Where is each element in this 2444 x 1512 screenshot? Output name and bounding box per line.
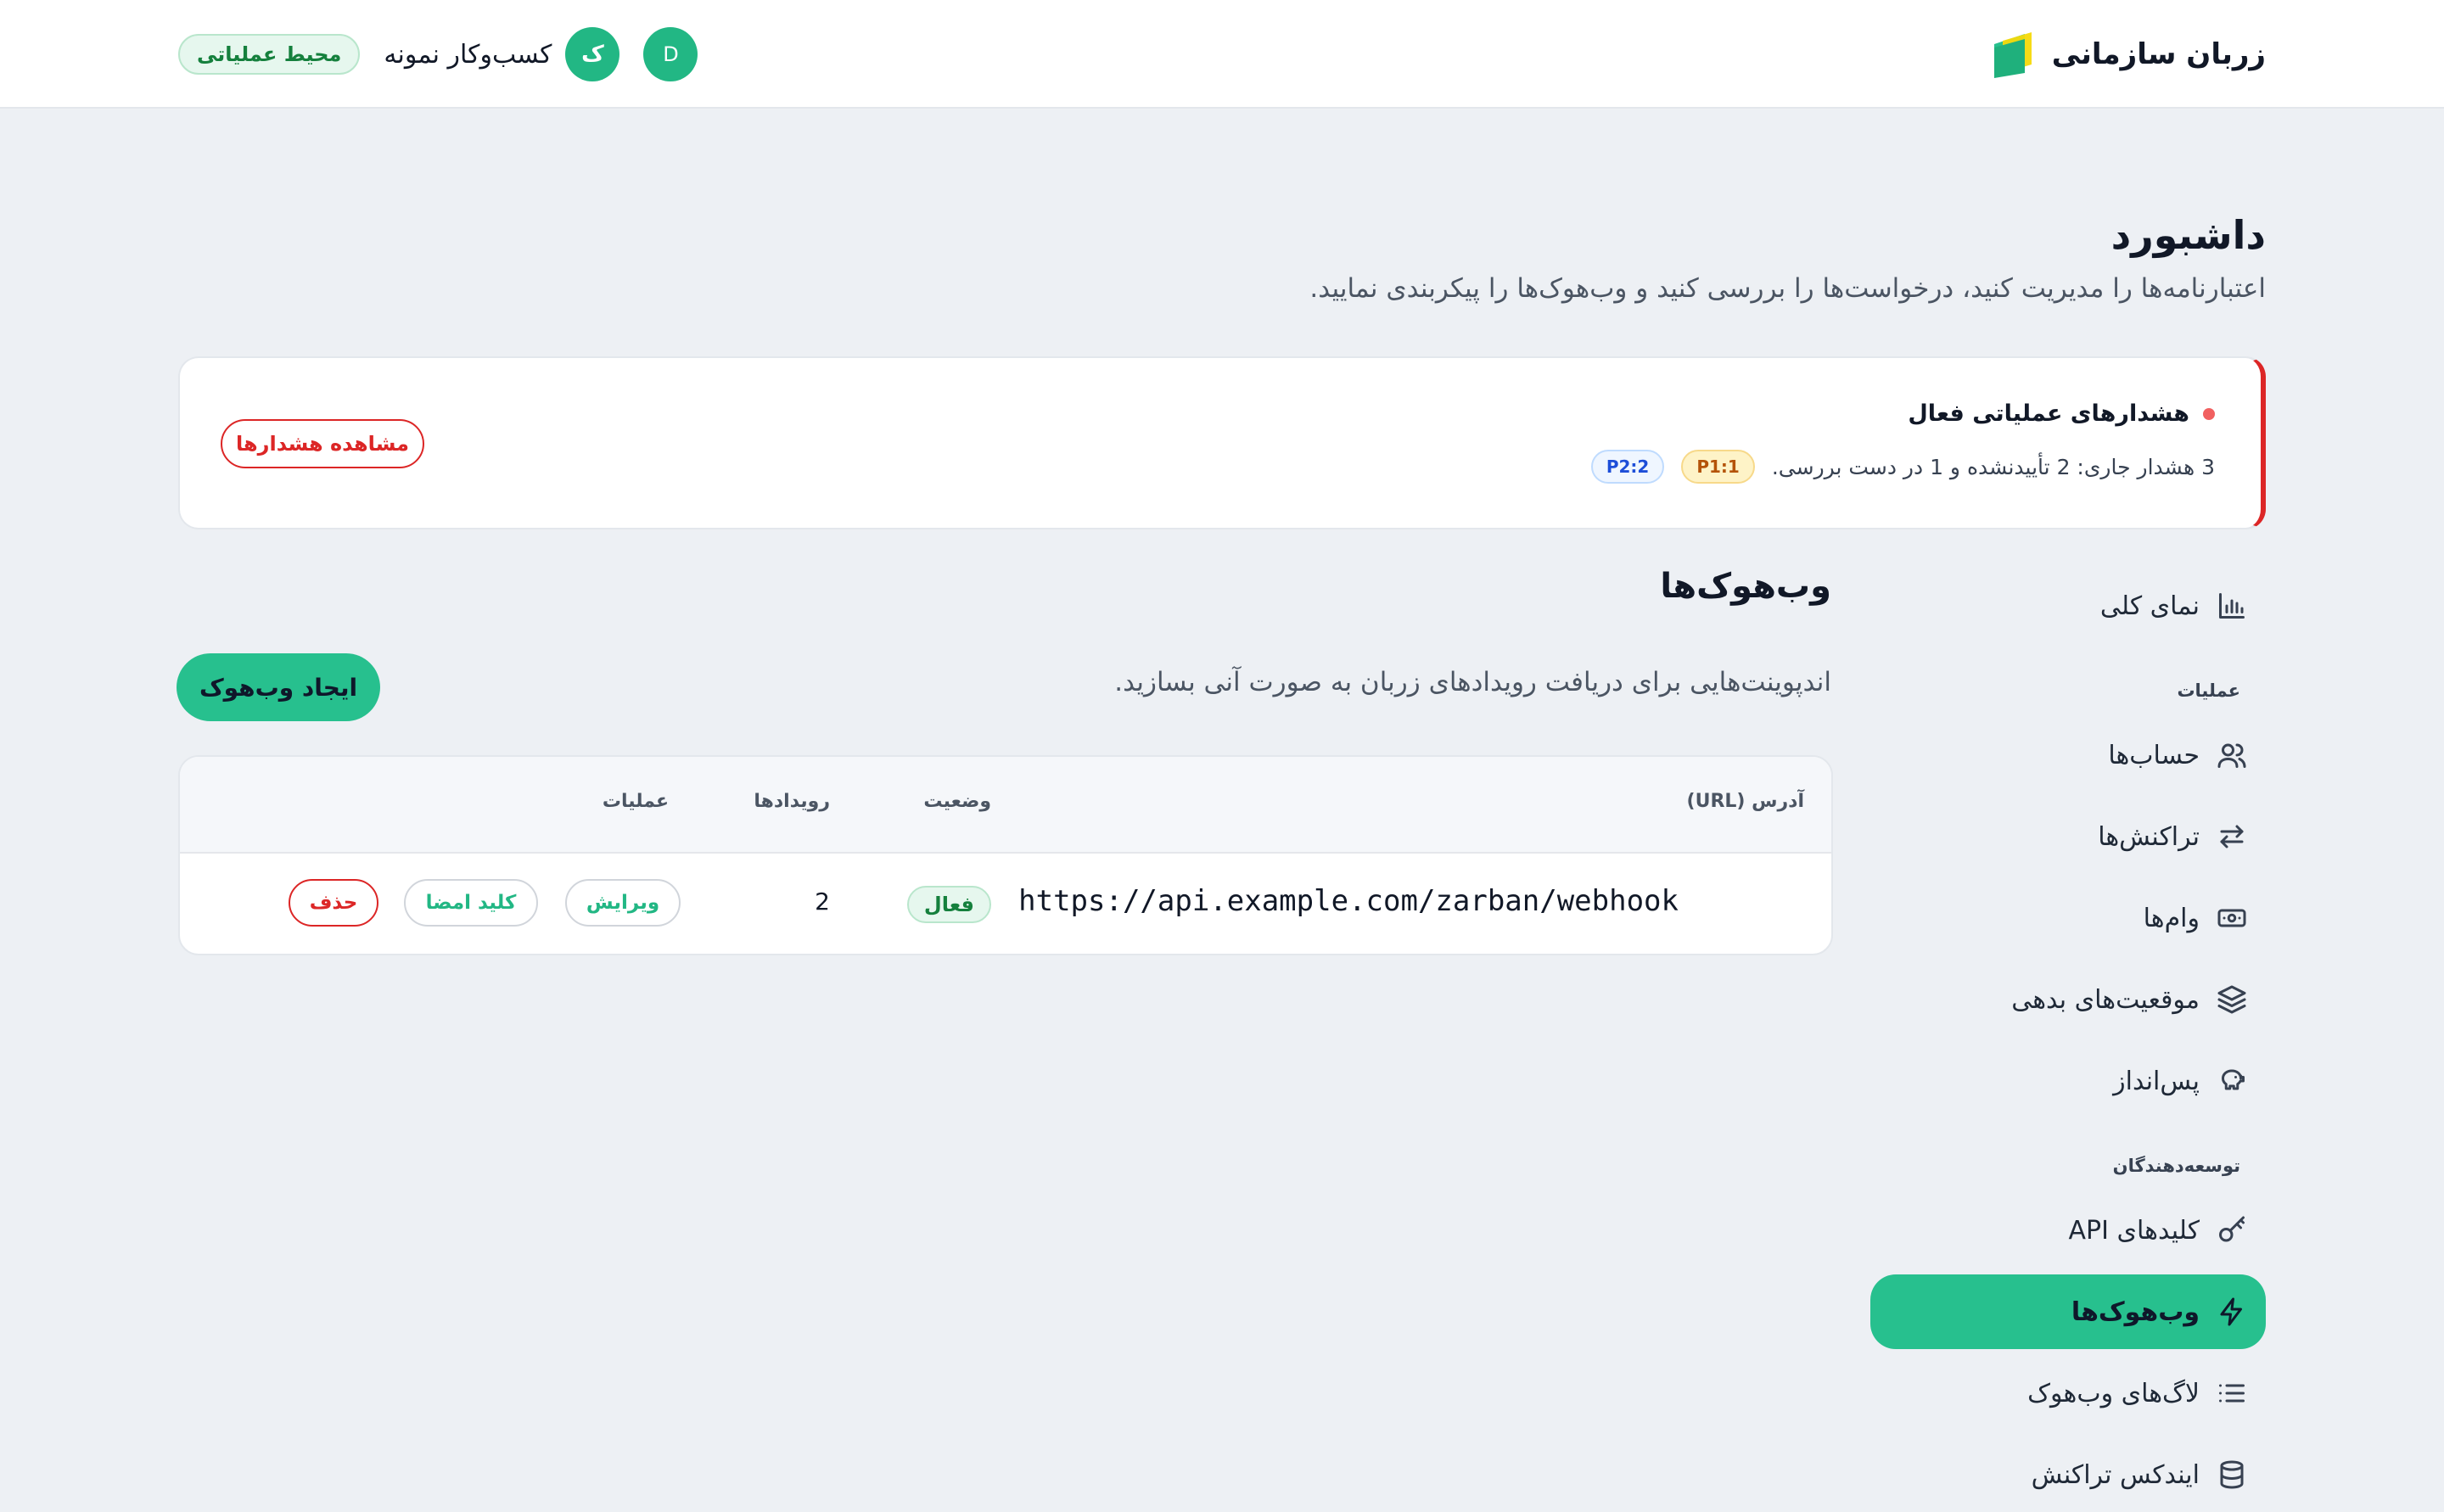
page-subtitle: اعتبارنامه‌ها را مدیریت کنید، درخواست‌ها… [1309,273,2266,304]
sidebar-section-operations: عملیات [2177,680,2240,701]
webhooks-subtitle: اندپوینت‌هایی برای دریافت رویدادهای زربا… [1114,667,1831,697]
sidebar-item-savings[interactable]: پس‌انداز [1870,1044,2266,1118]
piggy-bank-icon [2222,1069,2245,1090]
sidebar-item-accounts[interactable]: حساب‌ها [1870,718,2266,792]
users-icon [2217,743,2246,768]
sidebar-item-label: کلیدهای API [2068,1215,2200,1246]
sidebar-item-webhooks[interactable]: وب‌هوک‌ها [1870,1274,2266,1349]
alert-body: 3 هشدار جاری: 2 تأییدنشده و 1 در دست برر… [1590,450,2215,484]
column-header-events: رویدادها [754,791,830,812]
sidebar-item-label: نمای کلی [2099,591,2200,621]
webhooks-table: آدرس (URL) وضعیت رویدادها عملیات https:/… [178,755,1833,955]
sidebar-item-label: وب‌هوک‌ها [2071,1296,2200,1327]
brand-name: زربان سازمانی [2051,37,2266,71]
sidebar-item-label: لاگ‌های وب‌هوک [2027,1378,2200,1408]
arrows-swap-icon [2220,825,2244,848]
events-count: 2 [815,888,830,916]
sidebar-item-loans[interactable]: وام‌ها [1870,881,2266,955]
business-switcher[interactable]: ک کسب‌وکار نمونه [384,27,620,81]
p2-count-chip: P2:2 [1590,450,1665,484]
signing-key-button[interactable]: کلید امضا [404,879,538,927]
create-webhook-button[interactable]: ایجاد وب‌هوک [177,653,380,721]
status-badge: فعال [906,886,991,923]
lightning-icon [2220,1297,2242,1326]
view-alerts-button[interactable]: مشاهده هشدارها [221,419,424,468]
delete-webhook-button[interactable]: حذف [289,879,378,927]
table-header: آدرس (URL) وضعیت رویدادها عملیات [180,757,1831,854]
bar-chart-icon [2219,593,2245,619]
sidebar-section-developers: توسعه‌دهندگان [2112,1156,2240,1176]
banknote-icon [2217,909,2246,927]
sidebar-item-overview[interactable]: نمای کلی [1870,568,2266,643]
table-row: https://api.example.com/zarban/webhook ف… [180,854,1831,954]
user-avatar[interactable]: D [643,27,698,81]
sidebar-item-label: وام‌ها [2143,903,2200,933]
sidebar-item-webhook-logs[interactable]: لاگ‌های وب‌هوک [1870,1356,2266,1431]
sidebar-item-transactions[interactable]: تراکنش‌ها [1870,799,2266,874]
sidebar-item-label: پس‌انداز [2113,1066,2200,1096]
column-header-url: آدرس (URL) [1686,791,1804,812]
p1-count-chip: P1:1 [1681,450,1755,484]
sidebar-item-label: موقعیت‌های بدهی [2011,984,2200,1015]
operational-alerts-card: هشدارهای عملیاتی فعال 3 هشدار جاری: 2 تأ… [178,356,2266,529]
sidebar-item-api-keys[interactable]: کلیدهای API [1870,1193,2266,1268]
business-avatar: ک [565,27,620,81]
key-icon [2219,1216,2245,1242]
sidebar-item-label: ایندکس تراکنش [2031,1459,2200,1490]
webhook-url: https://api.example.com/zarban/webhook [1018,884,1679,918]
alert-title-row: هشدارهای عملیاتی فعال [1908,400,2215,427]
column-header-actions: عملیات [602,791,669,812]
business-name: کسب‌وکار نمونه [384,39,552,70]
environment-badge: محیط عملیاتی [178,34,361,75]
top-bar: زربان سازمانی محیط عملیاتی ک کسب‌وکار نم… [0,0,2444,109]
page-title: داشبورد [2110,212,2266,258]
sidebar-item-transaction-index[interactable]: ایندکس تراکنش [1870,1437,2266,1512]
alert-summary: 3 هشدار جاری: 2 تأییدنشده و 1 در دست برر… [1771,454,2215,479]
sidebar-item-label: حساب‌ها [2108,740,2200,770]
edit-webhook-button[interactable]: ویرایش [565,879,681,927]
sidebar-item-debt-positions[interactable]: موقعیت‌های بدهی [1870,962,2266,1037]
alert-title: هشدارهای عملیاتی فعال [1908,400,2189,427]
header-controls: محیط عملیاتی ک کسب‌وکار نمونه D [178,25,698,83]
column-header-status: وضعیت [923,791,991,812]
brand-logo-icon [1993,32,2032,78]
sidebar-item-label: تراکنش‌ها [2098,821,2200,852]
list-icon [2219,1384,2245,1403]
database-icon [2220,1460,2244,1489]
layers-icon [2217,985,2246,1014]
brand[interactable]: زربان سازمانی [1991,25,2266,83]
alert-dot-icon [2203,407,2215,420]
webhooks-title: وب‌هوک‌ها [1660,567,1831,606]
